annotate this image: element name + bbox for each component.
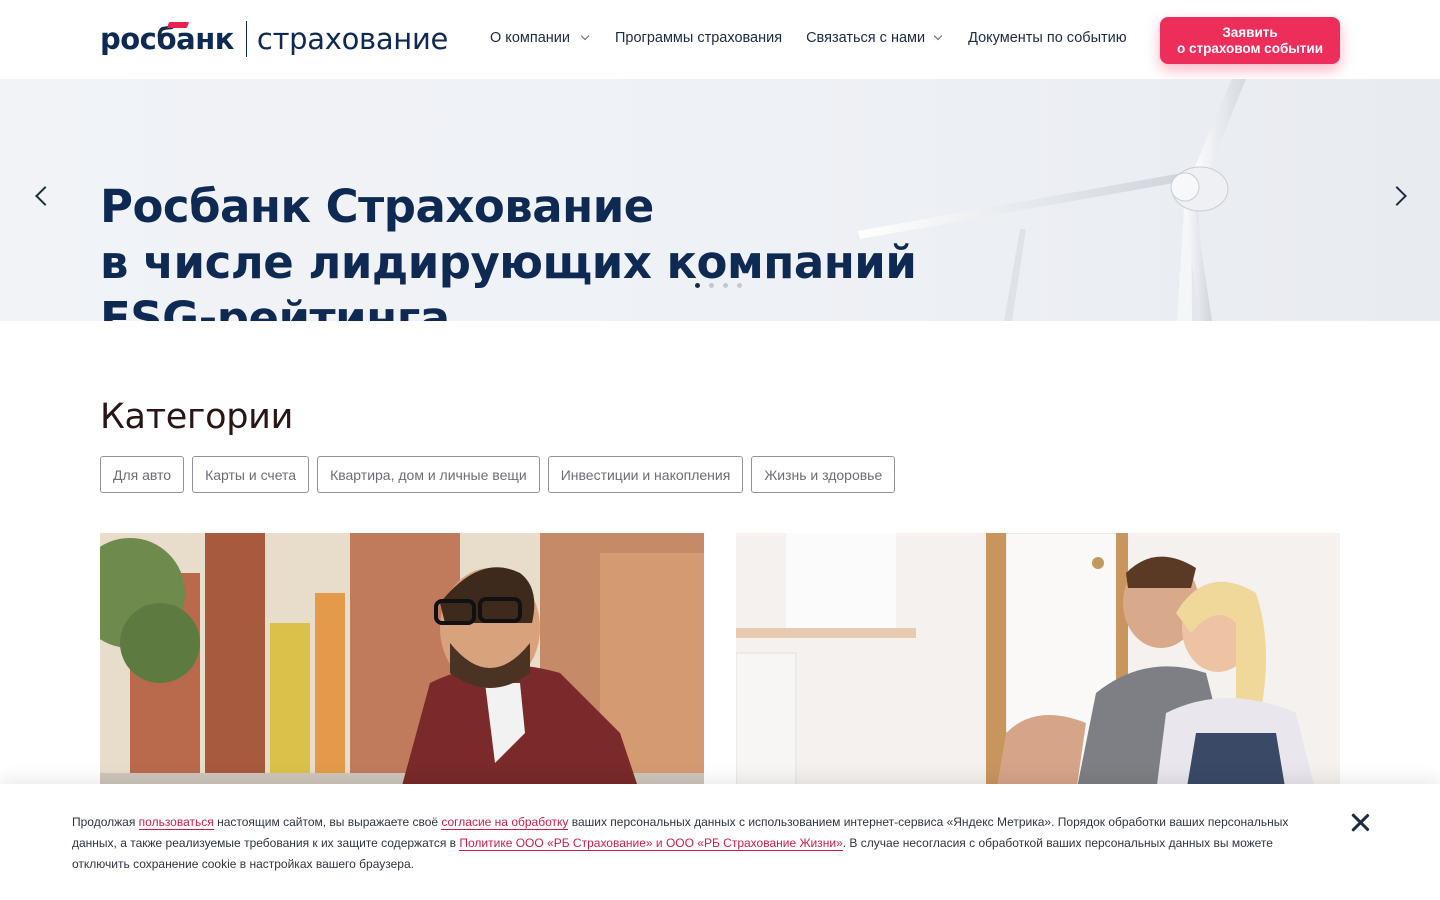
hero-slider: Росбанк Страхование в числе лидирующих к… <box>0 79 1440 321</box>
logo-accent-mark <box>166 21 190 28</box>
slider-next-arrow-icon[interactable] <box>1387 186 1407 206</box>
categories-title: Категории <box>100 397 294 437</box>
report-insured-event-button[interactable]: Заявить о страховом событии <box>1160 17 1340 64</box>
nav-item-label: Программы страхования <box>614 30 783 46</box>
hero-title: Росбанк Страхование в числе лидирующих к… <box>98 179 917 321</box>
logo-brand: росбанк <box>100 21 234 54</box>
chip-property[interactable]: Квартира, дом и личные вещи <box>317 456 540 493</box>
slider-dot[interactable] <box>723 283 728 288</box>
man-in-city-photo <box>100 533 704 793</box>
nav-item-documents[interactable]: Документы по событию <box>968 30 1127 46</box>
chevron-down-icon <box>933 31 943 41</box>
logo-divider <box>245 21 247 57</box>
logo[interactable]: росбанк страхование <box>100 20 448 58</box>
slider-dot[interactable] <box>709 283 714 288</box>
cookie-link-policy[interactable]: Политике ООО «РБ Страхование» и ООО «РБ … <box>459 836 843 851</box>
cta-line-1: Заявить <box>1222 25 1278 40</box>
nav-item-label: Связаться с нами <box>806 30 926 46</box>
cookie-link-consent[interactable]: согласие на обработку <box>441 815 569 830</box>
hero-title-line-1: Росбанк Страхование <box>100 180 654 233</box>
nav-item-about[interactable]: О компании <box>490 30 590 46</box>
nav-item-programs[interactable]: Программы страхования <box>615 30 782 46</box>
cookie-link-use[interactable]: пользоваться <box>138 815 214 830</box>
cookie-text-part: Продолжая <box>72 815 139 829</box>
category-chips: Для авто Карты и счета Квартира, дом и л… <box>100 456 896 493</box>
nav-item-label: О компании <box>490 30 570 46</box>
logo-sub: страхование <box>256 21 449 56</box>
product-card-image[interactable] <box>736 533 1340 793</box>
chip-investments[interactable]: Инвестиции и накопления <box>547 456 744 493</box>
cookie-text-part: настоящим сайтом, вы выражаете своё <box>213 815 442 829</box>
close-icon[interactable] <box>1350 812 1370 832</box>
site-header: росбанк страхование О компании Программы… <box>0 0 1440 79</box>
hero-title-line-3: ESG-рейтинга <box>98 291 450 321</box>
nav-item-contact[interactable]: Связаться с нами <box>806 30 943 46</box>
product-card-image[interactable] <box>100 533 704 793</box>
slider-dots <box>695 283 742 288</box>
slider-dot[interactable] <box>695 283 700 288</box>
chip-cards-accounts[interactable]: Карты и счета <box>192 456 310 493</box>
chevron-down-icon <box>580 31 590 41</box>
slider-prev-arrow-icon[interactable] <box>35 186 55 206</box>
couple-at-home-photo <box>736 533 1340 793</box>
cookie-text: Продолжая пользоваться настоящим сайтом,… <box>72 812 1322 875</box>
cookie-banner: Продолжая пользоваться настоящим сайтом,… <box>0 784 1440 900</box>
chip-life-health[interactable]: Жизнь и здоровье <box>751 456 896 493</box>
hero-title-line-2: в числе лидирующих компаний <box>100 236 917 289</box>
nav-item-label: Документы по событию <box>968 30 1127 46</box>
chip-auto[interactable]: Для авто <box>100 456 185 493</box>
slider-dot[interactable] <box>737 283 742 288</box>
cta-line-2: о страховом событии <box>1176 41 1324 56</box>
main-nav: О компании Программы страхования Связать… <box>490 30 1127 46</box>
